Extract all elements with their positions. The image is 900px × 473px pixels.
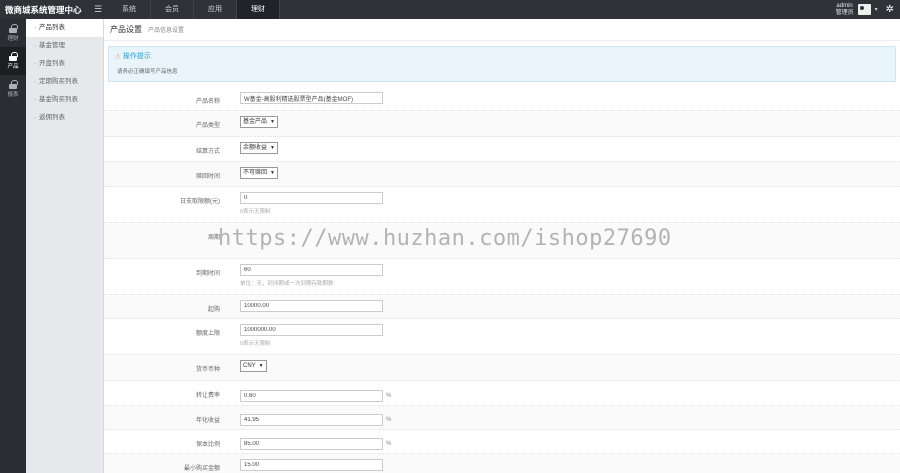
hand-icon: ☝ [115,51,120,61]
chevron-down-icon: ▼ [270,145,275,151]
product-type-value: 基金产品 [243,119,268,125]
tips-text: 请务必正确填写产品信息 [117,69,178,75]
form-row-daily-limit: 日支取限额(元) 0表示无限制 [104,187,900,223]
chevron-down-icon: ▼ [258,363,264,369]
tips-title-text: 操作提示 [122,53,151,60]
form-row-fee-rate: 转让费率 % [104,381,900,406]
close-time-hint: 单位：天，封闭期或一次到期存款期数 [240,281,334,287]
redeem-select[interactable]: 不可赎回 ▼ [240,167,278,179]
left-tab-label: 理财 [7,36,19,42]
fee-rate-label: 转让费率 [195,393,220,399]
top-nav-apps[interactable]: 应用 [194,0,237,19]
fee-rate-input[interactable] [240,389,383,402]
redeem-value: 不可赎回 [243,170,268,176]
left-icon-column: 理财 产品 报表 [0,19,26,473]
close-time-label: 到期时间 [195,271,220,277]
min-amount-input[interactable] [240,300,383,312]
submenu-item-fixed-purchase[interactable]: 定期购买列表 [26,73,103,91]
max-amount-label: 额度上限 [195,331,220,337]
currency-select[interactable]: CNY ▼ [240,360,267,372]
user-info[interactable]: admin 管理员 [836,3,854,16]
watermark: https://www.huzhan.com/ishop27690 [218,226,672,251]
left-tab-report[interactable]: 报表 [0,75,26,103]
product-type-label: 产品类型 [195,123,220,129]
submenu-item-fund-purchase[interactable]: 基金购买列表 [26,91,103,109]
chevron-down-icon: ▼ [270,119,275,125]
max-amount-hint: 0表示无限制 [240,341,271,347]
annual-rate-unit: % [386,417,392,423]
currency-label: 货币币种 [195,367,220,373]
top-nav: 系统 会员 应用 理财 [108,0,280,19]
tips-box: ☝ 操作提示 请务必正确填写产品信息 [108,46,896,82]
product-form: 产品名称 产品类型 基金产品▼ 结算方式 余额收益▼ 赎回时间 不可赎回▼ 日支… [104,87,900,473]
form-row-product-name: 产品名称 [104,87,900,111]
app-title: 微商城系统管理中心 [5,4,82,15]
lock-icon [9,24,18,33]
hamburger-icon[interactable]: ☰ [88,4,108,15]
left-tab-product[interactable]: 产品 [0,47,26,75]
settings-icon[interactable]: ✲ [886,4,894,15]
top-nav-finance[interactable]: 理财 [237,0,280,19]
top-nav-member[interactable]: 会员 [151,0,194,19]
top-bar: 微商城系统管理中心 ☰ 系统 会员 应用 理财 admin 管理员 ▾ ✲ [0,0,900,19]
left-tab-label: 报表 [7,92,19,98]
form-row-fee-mode: 结算方式 余额收益 ▼ [104,137,900,162]
form-row-redeem: 赎回时间 不可赎回 ▼ [104,162,900,187]
period-label: 周期 [207,235,220,241]
form-row-close-time: 到期时间 单位：天，封闭期或一次到期存款期数 [104,259,900,295]
capital-ratio-label: 保本比例 [195,442,220,448]
form-row-max-amount: 额度上限 0表示无限制 [104,319,900,355]
annual-rate-input[interactable] [240,414,383,426]
lock-icon [9,80,18,89]
min-amount-label: 起购 [207,307,220,313]
annual-rate-label: 年化收益 [195,418,220,424]
form-row-min-amount: 起购 [104,295,900,319]
submenu-item-product-list[interactable]: 产品列表 [26,19,103,37]
fee-mode-label: 结算方式 [195,149,220,155]
fee-mode-value: 余额收益 [243,145,268,151]
lock-icon [9,52,18,61]
form-row-currency: 货币币种 CNY ▼ [104,355,900,381]
submenu-item-fund[interactable]: 基金管理 [26,37,103,55]
page-header: 产品设置 产品信息设置 [104,19,900,41]
form-row-annual-rate: 年化收益 % [104,406,900,430]
submenu-item-opening[interactable]: 开盘列表 [26,55,103,73]
page-subtitle: 产品信息设置 [148,28,185,34]
product-type-select[interactable]: 基金产品 ▼ [240,116,278,128]
daily-limit-label: 日支取限额(元) [180,199,220,205]
id-card-icon[interactable] [857,4,871,15]
daily-limit-input[interactable] [240,192,383,204]
capital-ratio-unit: % [386,441,392,447]
redeem-label: 赎回时间 [195,174,220,180]
submenu: 产品列表 基金管理 开盘列表 定期购买列表 基金购买列表 返佣列表 [26,19,104,473]
top-nav-system[interactable]: 系统 [108,0,151,19]
user-role: 管理员 [835,9,854,16]
last-label: 最小购买金额 [183,466,220,472]
form-row-product-type: 产品类型 基金产品 ▼ [104,111,900,137]
last-input[interactable] [240,459,383,471]
chevron-down-icon[interactable]: ▾ [875,6,878,13]
page-title: 产品设置 [110,25,142,34]
max-amount-input[interactable] [240,324,383,336]
currency-value: CNY [243,363,256,369]
product-name-label: 产品名称 [195,99,220,105]
fee-mode-select[interactable]: 余额收益 ▼ [240,142,278,154]
fee-rate-unit: % [386,392,392,399]
form-row-capital-ratio: 保本比例 % [104,430,900,454]
product-name-input[interactable] [240,92,383,104]
tips-title: ☝ 操作提示 [115,51,889,61]
left-tab-finance[interactable]: 理财 [0,19,26,47]
user-name: admin [836,3,853,9]
capital-ratio-input[interactable] [240,438,383,450]
close-time-input[interactable] [240,264,383,276]
daily-limit-hint: 0表示无限制 [240,209,271,215]
left-tab-label: 产品 [7,64,19,70]
form-row-last: 最小购买金额 [104,454,900,473]
submenu-item-rebate[interactable]: 返佣列表 [26,109,103,127]
chevron-down-icon: ▼ [270,170,275,176]
